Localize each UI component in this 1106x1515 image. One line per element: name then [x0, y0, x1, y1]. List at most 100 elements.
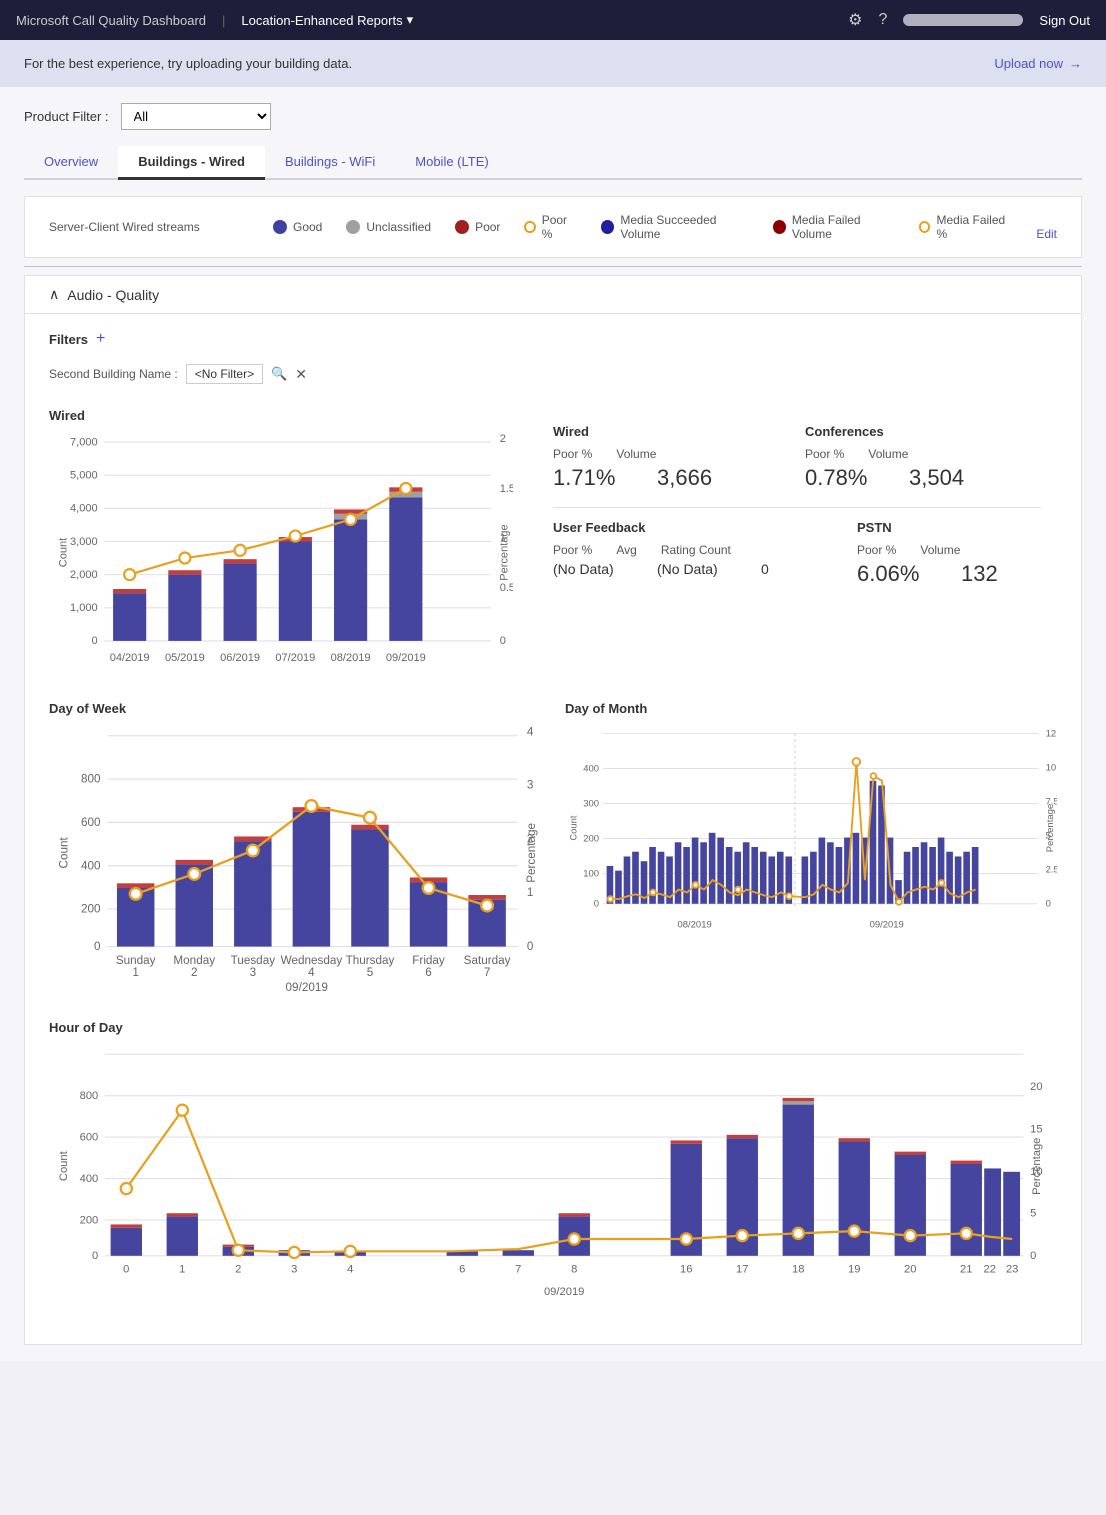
svg-text:4: 4 — [308, 966, 315, 979]
user-feedback-stats: User Feedback Poor % Avg Rating Count (N… — [553, 520, 841, 587]
dom-chart-svg: 0 100 200 300 400 0 2.5 5 7.5 10 12.5 — [565, 724, 1057, 942]
svg-text:1,000: 1,000 — [70, 602, 98, 614]
legend-good: Good — [273, 220, 322, 234]
svg-text:3: 3 — [291, 1264, 297, 1276]
svg-text:1: 1 — [132, 966, 139, 979]
second-building-value: <No Filter> — [186, 364, 263, 384]
edit-link[interactable]: Edit — [1036, 227, 1057, 241]
svg-text:20: 20 — [1030, 1082, 1042, 1094]
filters-title: Filters — [49, 332, 88, 347]
svg-text:8: 8 — [571, 1264, 577, 1276]
svg-text:4: 4 — [527, 726, 534, 739]
svg-text:0: 0 — [527, 940, 534, 953]
dow-chart-title: Day of Week — [49, 701, 541, 716]
pstn-poor-pct-value: 6.06% — [857, 561, 937, 587]
filter-search-icon[interactable]: 🔍 — [271, 366, 287, 382]
svg-text:12.5: 12.5 — [1046, 728, 1057, 739]
uf-poor-pct-label: Poor % — [553, 543, 592, 557]
pstn-poor-pct-label: Poor % — [857, 543, 896, 557]
svg-text:2: 2 — [500, 433, 506, 445]
main-content: Product Filter : All Teams Skype for Bus… — [0, 87, 1106, 1361]
svg-text:20: 20 — [904, 1264, 916, 1276]
add-filter-icon[interactable]: + — [96, 330, 105, 348]
product-filter-label: Product Filter : — [24, 109, 109, 124]
settings-icon[interactable]: ⚙ — [848, 10, 862, 30]
conferences-stats: Conferences Poor % Volume 0.78% 3,504 — [805, 424, 1041, 491]
svg-text:08/2019: 08/2019 — [678, 919, 712, 930]
svg-text:7,000: 7,000 — [70, 436, 98, 448]
banner-text: For the best experience, try uploading y… — [24, 56, 352, 71]
svg-text:100: 100 — [583, 868, 599, 879]
chevron-up-icon: ∧ — [49, 286, 59, 303]
uf-rating-label: Rating Count — [661, 543, 731, 557]
svg-text:400: 400 — [80, 1173, 99, 1185]
svg-text:3: 3 — [250, 966, 257, 979]
svg-text:2.5: 2.5 — [1046, 865, 1057, 876]
app-title: Microsoft Call Quality Dashboard — [16, 13, 206, 28]
svg-text:1: 1 — [527, 886, 534, 899]
stats-bottom-row: User Feedback Poor % Avg Rating Count (N… — [553, 520, 1041, 587]
arrow-right-icon: → — [1069, 56, 1082, 71]
stats-divider — [553, 507, 1041, 508]
svg-text:09/2019: 09/2019 — [870, 919, 904, 930]
svg-text:04/2019: 04/2019 — [110, 652, 150, 664]
svg-text:0: 0 — [94, 940, 101, 953]
svg-text:Count: Count — [58, 1151, 70, 1182]
svg-text:400: 400 — [81, 859, 101, 872]
svg-text:800: 800 — [81, 773, 101, 786]
svg-text:1: 1 — [179, 1264, 185, 1276]
conf-poor-pct-label: Poor % — [805, 447, 844, 461]
stats-panel: Wired Poor % Volume 1.71% 3,666 Conferen… — [537, 408, 1057, 677]
signout-button[interactable]: Sign Out — [1039, 13, 1090, 28]
svg-text:5,000: 5,000 — [70, 470, 98, 482]
tab-mobile-lte[interactable]: Mobile (LTE) — [395, 146, 508, 180]
wired-poor-pct-label: Poor % — [553, 447, 592, 461]
tab-buildings-wired[interactable]: Buildings - Wired — [118, 146, 265, 180]
svg-text:17: 17 — [736, 1264, 748, 1276]
hod-chart: Hour of Day 0 200 400 600 800 0 5 10 15 — [49, 1020, 1057, 1304]
nav-menu[interactable]: Location-Enhanced Reports ▾ — [241, 12, 413, 28]
svg-text:15: 15 — [1030, 1124, 1042, 1136]
svg-text:18: 18 — [792, 1264, 804, 1276]
svg-text:0: 0 — [92, 1251, 98, 1263]
upload-link[interactable]: Upload now → — [994, 56, 1082, 71]
svg-text:Percentage: Percentage — [498, 524, 510, 580]
svg-text:Percentage: Percentage — [1045, 804, 1056, 852]
svg-text:400: 400 — [583, 763, 599, 774]
svg-text:3: 3 — [527, 778, 534, 791]
svg-text:2: 2 — [191, 966, 198, 979]
svg-text:6: 6 — [425, 966, 432, 979]
filter-clear-icon[interactable]: ✕ — [295, 366, 307, 383]
audio-quality-section-header[interactable]: ∧ Audio - Quality — [24, 275, 1082, 313]
product-filter-select[interactable]: All Teams Skype for Business — [121, 103, 271, 130]
section-title: Audio - Quality — [67, 287, 159, 303]
charts-row-2: Day of Week 0 200 400 600 800 0 — [49, 701, 1057, 996]
unclassified-dot — [346, 220, 360, 234]
dow-chart: Day of Week 0 200 400 600 800 0 — [49, 701, 541, 996]
svg-text:08/2019: 08/2019 — [331, 652, 371, 664]
legend-media-failed-vol: Media Failed Volume — [773, 213, 895, 241]
chevron-down-icon: ▾ — [407, 12, 414, 28]
svg-text:200: 200 — [81, 903, 101, 916]
media-succeeded-dot — [601, 220, 614, 234]
svg-text:22: 22 — [984, 1264, 996, 1276]
pstn-volume-label: Volume — [920, 543, 960, 557]
help-icon[interactable]: ? — [879, 11, 888, 29]
legend-section: Server-Client Wired streams Good Unclass… — [24, 196, 1082, 258]
poor-pct-dot — [524, 221, 535, 233]
svg-text:4,000: 4,000 — [70, 503, 98, 515]
svg-text:05/2019: 05/2019 — [165, 652, 205, 664]
svg-text:7: 7 — [515, 1264, 521, 1276]
hod-chart-svg: 0 200 400 600 800 0 5 10 15 20 — [49, 1043, 1057, 1301]
legend-poor-pct: Poor % — [524, 213, 577, 241]
pstn-title: PSTN — [857, 520, 1041, 535]
wired-chart-svg: 0 1,000 2,000 3,000 4,000 5,000 7,000 0 … — [49, 431, 513, 674]
legend-unclassified: Unclassified — [346, 220, 431, 234]
tab-overview[interactable]: Overview — [24, 146, 118, 180]
wired-volume-label: Volume — [616, 447, 656, 461]
user-feedback-title: User Feedback — [553, 520, 841, 535]
svg-text:200: 200 — [583, 833, 599, 844]
svg-text:600: 600 — [81, 816, 101, 829]
user-bar — [903, 14, 1023, 26]
tab-buildings-wifi[interactable]: Buildings - WiFi — [265, 146, 395, 180]
